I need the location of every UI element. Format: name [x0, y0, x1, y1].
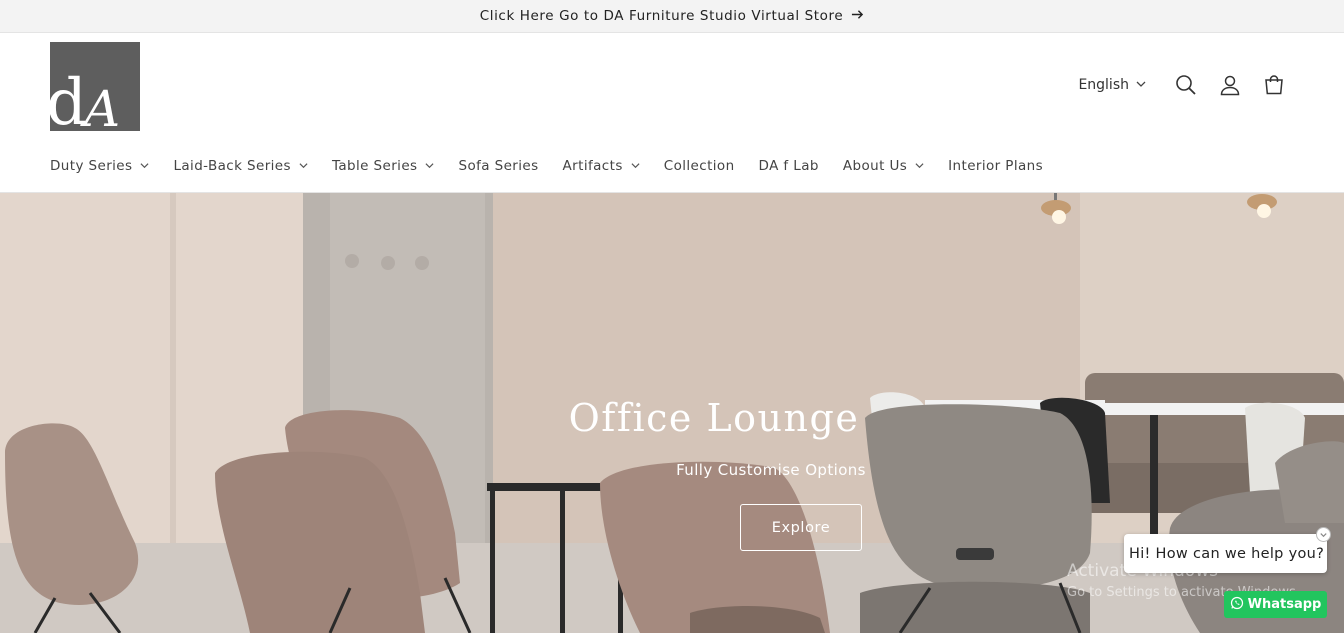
nav-item-about-us[interactable]: About Us [843, 158, 924, 174]
svg-text:A: A [80, 80, 120, 131]
nav-item-collection[interactable]: Collection [664, 158, 735, 174]
nav-label: Collection [663, 158, 735, 174]
header-utilities: English [1078, 70, 1296, 100]
hero-subtitle: Fully Customise Options [676, 461, 866, 479]
main-navigation: Duty Series Laid-Back Series Table Serie… [50, 158, 1067, 174]
site-header: d A English Duty Series Laid-Back Series [0, 34, 1344, 193]
nav-label: Sofa Series [458, 158, 539, 174]
nav-label: Table Series [331, 158, 418, 174]
nav-item-artifacts[interactable]: Artifacts [563, 158, 640, 174]
nav-label: DA f Lab [758, 158, 819, 174]
chevron-down-icon [138, 158, 149, 174]
chat-greeting-bubble[interactable]: Hi! How can we help you? [1124, 534, 1327, 573]
chat-greeting-text: Hi! How can we help you? [1129, 545, 1325, 562]
nav-label: Artifacts [562, 158, 623, 174]
nav-item-table-series[interactable]: Table Series [332, 158, 435, 174]
hero-title: Office Lounge [568, 396, 860, 440]
nav-label: About Us [842, 158, 908, 174]
virtual-store-link[interactable]: Click Here Go to DA Furniture Studio Vir… [480, 8, 865, 25]
explore-button[interactable]: Explore [740, 504, 862, 551]
arrow-right-icon [851, 8, 864, 25]
chevron-down-icon [297, 158, 308, 174]
account-icon[interactable] [1208, 70, 1252, 100]
language-label: English [1078, 77, 1129, 93]
nav-item-sofa-series[interactable]: Sofa Series [458, 158, 538, 174]
nav-label: Interior Plans [948, 158, 1044, 174]
chevron-down-icon [1136, 77, 1146, 93]
close-icon[interactable] [1316, 527, 1331, 542]
whatsapp-icon [1230, 596, 1244, 614]
language-selector[interactable]: English [1078, 77, 1146, 93]
cart-icon[interactable] [1252, 70, 1296, 100]
svg-text:d: d [50, 66, 87, 131]
chevron-down-icon [423, 158, 434, 174]
nav-label: Laid-Back Series [173, 158, 291, 174]
whatsapp-button[interactable]: Whatsapp [1224, 591, 1327, 618]
whatsapp-label: Whatsapp [1247, 597, 1322, 612]
chevron-down-icon [629, 158, 640, 174]
nav-item-interior-plans[interactable]: Interior Plans [948, 158, 1043, 174]
nav-label: Duty Series [50, 158, 133, 174]
chevron-down-icon [913, 158, 924, 174]
announcement-text: Click Here Go to DA Furniture Studio Vir… [479, 8, 844, 24]
nav-item-duty-series[interactable]: Duty Series [50, 158, 149, 174]
search-icon[interactable] [1164, 70, 1208, 100]
announcement-bar: Click Here Go to DA Furniture Studio Vir… [0, 0, 1344, 33]
nav-item-da-f-lab[interactable]: DA f Lab [759, 158, 819, 174]
nav-item-laid-back-series[interactable]: Laid-Back Series [173, 158, 308, 174]
logo[interactable]: d A [46, 42, 140, 140]
